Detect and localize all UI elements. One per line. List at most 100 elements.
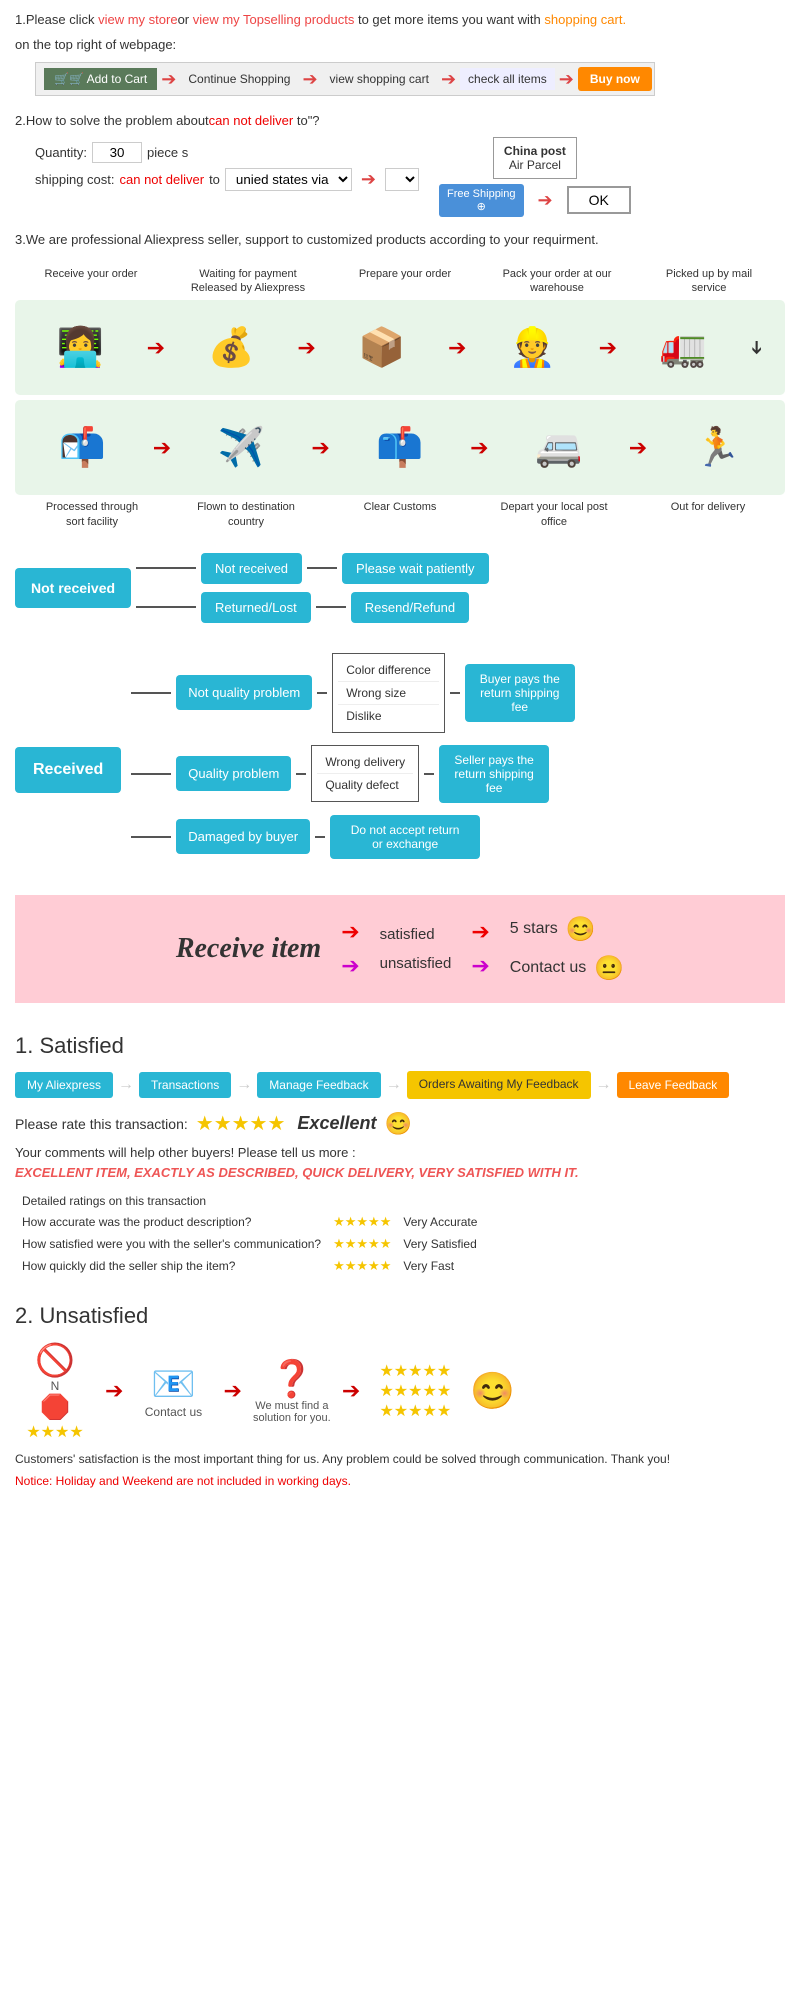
rate-label: Please rate this transaction: [15, 1116, 188, 1132]
happy-face-unsat: 😊 [470, 1370, 515, 1412]
icon-person: 👩‍💻 [36, 310, 126, 385]
comments-text: Your comments will help other buyers! Pl… [15, 1145, 785, 1160]
rate-stars: ★★★★★ [196, 1111, 286, 1136]
excellent-comment: EXCELLENT ITEM, EXACTLY AS DESCRIBED, QU… [15, 1165, 785, 1180]
excellent-emoji: 😊 [384, 1111, 411, 1137]
bot-label-3: Flown to destination country [191, 500, 301, 529]
cart-bar: 🛒 🛒 Add to Cart ➔ Continue Shopping ➔ vi… [35, 62, 655, 96]
section2-title: 2.How to solve the problem aboutcan not … [15, 111, 785, 132]
section1-text: 1.Please click view my storeor view my T… [15, 10, 785, 30]
ok-button[interactable]: OK [567, 186, 631, 214]
top-label-1: Waiting for payment Released by Aliexpre… [188, 267, 308, 296]
ratings-title: Detailed ratings on this transaction [17, 1192, 482, 1210]
shipping-row: shipping cost: can not deliver to unied … [35, 168, 419, 191]
section1: 1.Please click view my storeor view my T… [15, 10, 785, 96]
bot-label-1: Depart your local post office [499, 500, 609, 529]
rating-stars-2: ★★★★★ [328, 1256, 396, 1276]
stop-icon: 🛑 [40, 1393, 70, 1422]
icon-box: 📦 [337, 310, 427, 385]
unsat-flow: 🚫 N 🛑 ★★★★ ➔ 📧 Contact us ➔ ❓ We must fi… [15, 1341, 785, 1442]
china-post-section: China post Air Parcel Free Shipping ⊕ ➔ … [439, 137, 631, 217]
email-label: Contact us [145, 1405, 202, 1419]
arrow-2: ➔ [302, 69, 317, 90]
step-arrow-3: → [386, 1076, 402, 1094]
flowchart-section: Not received Not received Please wait pa… [15, 549, 785, 865]
top-arrow-4: ➔ [599, 335, 617, 361]
result2-row: Contact us 😐 [510, 954, 624, 983]
top-label-4: Picked up by mail service [654, 267, 764, 296]
neutral-emoji: 😐 [594, 954, 624, 983]
section1-or: or [178, 12, 193, 27]
unsat-icon-question: ❓ We must find a solution for you. [252, 1358, 332, 1424]
dislike: Dislike [338, 705, 439, 727]
pink-arrow-1: ➔ [341, 919, 359, 945]
happy-emoji: 😊 [566, 915, 596, 944]
damaged-branch: Damaged by buyer Do not accept return or… [131, 815, 575, 859]
arrow-red-ship: ➔ [361, 169, 376, 190]
unsatisfied-title: 2. Unsatisfied [15, 1303, 785, 1329]
five-stars-label: 5 stars [510, 920, 558, 938]
ratings-table: Detailed ratings on this transaction How… [15, 1190, 484, 1278]
pink-arrows2: ➔ ➔ [471, 919, 489, 979]
top-labels-row: Receive your order Waiting for payment R… [15, 267, 785, 296]
cart-step-continue: Continue Shopping [180, 68, 298, 90]
damaged-box: Damaged by buyer [176, 819, 310, 854]
quality-items: Wrong delivery Quality defect [311, 745, 419, 802]
bot-arrow-1: ➔ [629, 435, 647, 461]
unsatisfied-label: unsatisfied [380, 955, 452, 972]
free-shipping-box: Free Shipping ⊕ [439, 184, 524, 217]
rating-stars-0: ★★★★★ [328, 1212, 396, 1232]
rating-stars-1: ★★★★★ [328, 1234, 396, 1254]
step-transactions: Transactions [139, 1072, 231, 1098]
satisfied-title: 1. Satisfied [15, 1033, 785, 1059]
bottom-labels-row: Out for delivery Depart your local post … [15, 500, 785, 529]
pink-arrow-3: ➔ [471, 919, 489, 945]
pink-results: 5 stars 😊 Contact us 😐 [510, 915, 624, 983]
step-manage-feedback: Manage Feedback [257, 1072, 380, 1098]
shipping-select2[interactable] [385, 168, 419, 191]
buyer-pays-box: Buyer pays the return shipping fee [465, 664, 575, 722]
contact-us-label: Contact us [510, 959, 586, 977]
wait-patiently-box: Please wait patiently [342, 553, 489, 584]
resend-refund-box: Resend/Refund [351, 592, 469, 623]
view-topselling-link[interactable]: view my Topselling products [193, 12, 355, 27]
step-arrow-2: → [236, 1076, 252, 1094]
shipping-to: to [209, 172, 220, 187]
pink-section: Receive item ➔ ➔ satisfied unsatisfied ➔… [15, 895, 785, 1003]
arrow-4: ➔ [559, 69, 574, 90]
qty-row: Quantity: piece s [35, 142, 419, 163]
not-received-box: Not received [201, 553, 302, 584]
not-received-flow: Not received Not received Please wait pa… [15, 549, 785, 627]
step-leave-feedback: Leave Feedback [617, 1072, 730, 1098]
icon-worker: 👷 [488, 310, 578, 385]
top-icons-row: 👩‍💻 ➔ 💰 ➔ 📦 ➔ 👷 ➔ 🚛 ➔ [15, 300, 785, 395]
step-arrow-4: → [596, 1076, 612, 1094]
seller-pays-box: Seller pays the return shipping fee [439, 745, 549, 803]
icon-plane: ✈️ [196, 410, 286, 485]
rating-row-2: How quickly did the seller ship the item… [17, 1256, 482, 1276]
section3-text: 3.We are professional Aliexpress seller,… [15, 232, 785, 247]
rating-label-1: How satisfied were you with the seller's… [17, 1234, 326, 1254]
result1-row: 5 stars 😊 [510, 915, 624, 944]
icon-money: 💰 [186, 310, 276, 385]
shipping-select[interactable]: unied states via [225, 168, 352, 191]
quality-defect: Quality defect [317, 774, 413, 796]
process-section: Receive your order Waiting for payment R… [15, 267, 785, 529]
satisfied-section: 1. Satisfied My Aliexpress → Transaction… [15, 1033, 785, 1278]
no-icon: 🚫 [35, 1341, 75, 1379]
qty-label: Quantity: [35, 145, 87, 160]
cart-step-buynow[interactable]: Buy now [578, 67, 652, 91]
qty-input[interactable] [92, 142, 142, 163]
notice-text: Customers' satisfaction is the most impo… [15, 1452, 785, 1466]
unsat-icon-no: 🚫 N 🛑 ★★★★ [15, 1341, 95, 1442]
shopping-cart-link[interactable]: shopping cart. [544, 12, 626, 27]
arrow-1: ➔ [161, 69, 176, 90]
quality-box: Quality problem [176, 756, 291, 791]
view-store-link[interactable]: view my store [98, 12, 177, 27]
notice-holiday: Notice: Holiday and Weekend are not incl… [15, 1474, 785, 1488]
not-received-main: Not received [15, 568, 131, 608]
top-arrow-3: ➔ [448, 335, 466, 361]
question-icon: ❓ [269, 1358, 314, 1400]
step-orders-awaiting: Orders Awaiting My Feedback [407, 1071, 591, 1099]
china-post-sub: Air Parcel [509, 158, 561, 172]
